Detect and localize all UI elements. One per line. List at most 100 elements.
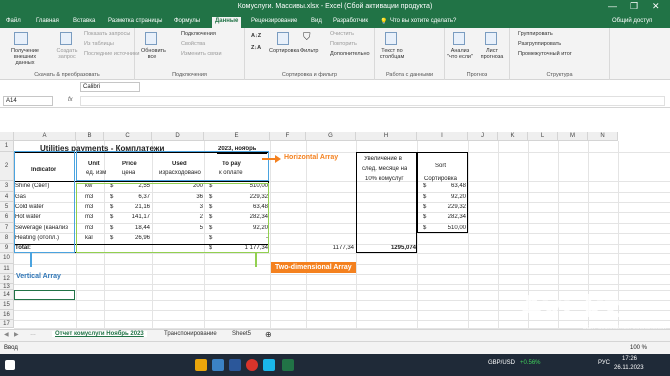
sort-az-icon[interactable]: A↓Z [251, 33, 261, 39]
column-header[interactable]: B [76, 132, 104, 141]
gridline [498, 141, 499, 328]
share-button[interactable]: Общий доступ [612, 18, 652, 24]
chrome-icon[interactable] [212, 359, 224, 371]
column-header[interactable]: L [528, 132, 558, 141]
advanced-button[interactable]: Дополнительно [330, 51, 370, 57]
tab-file[interactable]: Файл [6, 18, 21, 24]
total-g: 1177,34 [332, 245, 354, 251]
whatif-button[interactable]: Анализ "что если" [447, 48, 473, 60]
name-box[interactable]: A14 [3, 96, 53, 106]
tab-insert[interactable]: Вставка [73, 18, 95, 24]
column-header[interactable]: D [152, 132, 204, 141]
row-header[interactable]: 2 [0, 152, 14, 181]
subtotal-button[interactable]: Промежуточный итог [518, 51, 572, 57]
row-header[interactable]: 12 [0, 274, 14, 284]
from-table-button[interactable]: Из таблицы [84, 41, 114, 47]
selected-cell-a14[interactable] [14, 290, 75, 300]
get-data-button[interactable]: Получение внешних данных [6, 48, 44, 66]
opera-icon[interactable] [246, 359, 258, 371]
excel-taskbar-icon[interactable] [282, 359, 294, 371]
tell-me-input[interactable]: Что вы хотите сделать? [390, 18, 456, 24]
row-header[interactable]: 11 [0, 264, 14, 274]
column-header[interactable]: I [417, 132, 468, 141]
group-forecast: Анализ "что если" Лист прогноза Прогноз [445, 28, 510, 80]
sort-icon [277, 32, 289, 45]
row-header[interactable]: 14 [0, 290, 14, 300]
minimize-button[interactable]: — [608, 1, 617, 11]
vertical-array-label: Vertical Array [16, 273, 61, 280]
row-header[interactable]: 3 [0, 181, 14, 192]
scroll-left-icon[interactable]: ◀ [4, 331, 9, 338]
row-header[interactable]: 7 [0, 223, 14, 233]
column-header[interactable]: E [204, 132, 270, 141]
column-header[interactable]: H [356, 132, 417, 141]
fx-icon[interactable]: fx [68, 97, 73, 103]
row-header[interactable]: 4 [0, 192, 14, 202]
sheet-tab-sheet5[interactable]: Sheet5 [232, 331, 251, 337]
tab-data[interactable]: Данные [212, 17, 242, 28]
recent-sources-button[interactable]: Последние источники [84, 51, 140, 57]
column-header[interactable]: N [588, 132, 618, 141]
row-header[interactable]: 9 [0, 244, 14, 253]
refresh-all-button[interactable]: Обновить все [141, 48, 166, 60]
windows-start-icon[interactable] [5, 360, 15, 370]
column-header[interactable]: K [498, 132, 528, 141]
tab-developer[interactable]: Разработчик [333, 18, 368, 24]
group-label: Подключения [172, 72, 207, 78]
column-header[interactable]: G [306, 132, 356, 141]
title-bar: Комуслуги. Массивы.xlsx - Excel (Сбой ак… [0, 0, 670, 16]
telegram-icon[interactable] [263, 359, 275, 371]
row-header[interactable]: 5 [0, 202, 14, 212]
explorer-icon[interactable] [195, 359, 207, 371]
group-label: Работа с данными [385, 72, 434, 78]
ungroup-button[interactable]: Разгруппировать [518, 41, 561, 47]
column-header[interactable]: M [558, 132, 588, 141]
row-header[interactable]: 10 [0, 253, 14, 264]
row-header[interactable]: 15 [0, 300, 14, 310]
tab-formulas[interactable]: Формулы [174, 18, 200, 24]
formula-input[interactable] [80, 96, 665, 106]
close-button[interactable]: ✕ [652, 1, 660, 12]
forecast-button[interactable]: Лист прогноза [479, 48, 505, 60]
word-icon[interactable] [229, 359, 241, 371]
row-header[interactable]: 8 [0, 233, 14, 244]
sort-za-icon[interactable]: Z↓A [251, 45, 261, 51]
group-get-transform: Получение внешних данных Создать запрос … [0, 28, 140, 80]
column-header[interactable]: F [270, 132, 306, 141]
scroll-right-icon[interactable]: ▶ [14, 331, 19, 338]
tab-home[interactable]: Главная [36, 18, 59, 24]
group-outline: Группировать Разгруппировать Промежуточн… [510, 28, 610, 80]
group-button[interactable]: Группировать [518, 31, 553, 37]
select-all-corner[interactable] [0, 132, 14, 141]
keyboard-language[interactable]: РУС [598, 360, 610, 366]
column-header[interactable]: A [14, 132, 76, 141]
row-header[interactable]: 1 [0, 141, 14, 152]
row-header[interactable]: 16 [0, 310, 14, 320]
filter-button[interactable]: Фильтр [300, 48, 318, 54]
new-query-button[interactable]: Создать запрос [56, 48, 78, 60]
gridline [14, 284, 670, 285]
restore-button[interactable]: ❐ [630, 1, 638, 12]
sheet-tab-transpose[interactable]: Транспонирование [164, 331, 217, 337]
column-header[interactable]: J [468, 132, 498, 141]
tab-view[interactable]: Вид [311, 18, 322, 24]
font-name-box[interactable]: Calibri [80, 82, 140, 92]
properties-button[interactable]: Свойства [181, 41, 205, 47]
edit-links-button[interactable]: Изменить связи [181, 51, 222, 57]
tab-review[interactable]: Рецензирование [251, 18, 297, 24]
text-to-columns-button[interactable]: Текст по столбцам [379, 48, 405, 60]
reapply-button[interactable]: Повторить [330, 41, 357, 47]
row-header[interactable]: 17 [0, 320, 14, 328]
watermark-brand: Avi.kz [520, 290, 621, 325]
connections-button[interactable]: Подключения [181, 31, 216, 37]
show-queries-button[interactable]: Показать запросы [84, 31, 130, 37]
more-sheets-icon[interactable]: … [30, 331, 36, 337]
tab-page-layout[interactable]: Разметка страницы [108, 18, 162, 24]
zoom-level[interactable]: 100 % [630, 345, 647, 351]
row-header[interactable]: 6 [0, 212, 14, 223]
sheet-tab-report[interactable]: Отчет комуслуги Ноябрь 2023 [52, 331, 147, 337]
sort-button[interactable]: Сортировка [269, 48, 299, 54]
add-sheet-icon[interactable]: ⊕ [265, 330, 272, 339]
clear-button[interactable]: Очистить [330, 31, 354, 37]
column-header[interactable]: C [104, 132, 152, 141]
